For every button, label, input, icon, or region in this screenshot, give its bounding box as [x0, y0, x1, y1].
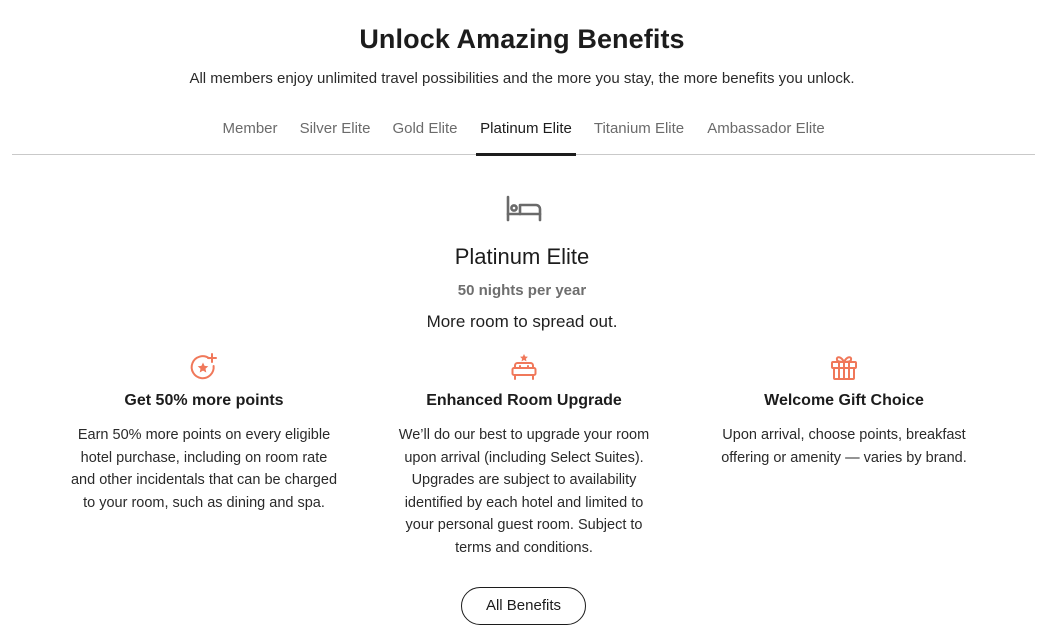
benefit-card-gift: Welcome Gift Choice Upon arrival, choose…: [694, 352, 994, 469]
tab-platinum-elite[interactable]: Platinum Elite: [476, 108, 576, 156]
all-benefits-button[interactable]: All Benefits: [461, 587, 586, 625]
tab-gold-elite[interactable]: Gold Elite: [389, 108, 461, 155]
benefit-description: Upon arrival, choose points, breakfast o…: [721, 427, 967, 466]
page-title: Unlock Amazing Benefits: [359, 24, 685, 54]
benefits-page: Unlock Amazing Benefits All members enjo…: [0, 0, 1044, 637]
benefit-title: Welcome Gift Choice: [764, 392, 924, 409]
tier-name: Platinum Elite: [454, 244, 590, 269]
tab-titanium-elite[interactable]: Titanium Elite: [591, 108, 687, 155]
tab-ambassador-elite[interactable]: Ambassador Elite: [704, 108, 828, 155]
page-subtitle: All members enjoy unlimited travel possi…: [189, 70, 855, 87]
tab-silver-elite[interactable]: Silver Elite: [298, 108, 372, 155]
star-sparkle-icon: [190, 353, 217, 380]
gift-icon: [831, 356, 857, 380]
benefit-description: Earn 50% more points on every eligible h…: [70, 427, 338, 511]
bed-icon: [506, 195, 542, 222]
benefit-title: Get 50% more points: [124, 392, 284, 409]
benefit-description: We’ll do our best to upgrade your room u…: [398, 427, 650, 556]
tab-member[interactable]: Member: [216, 108, 284, 155]
tier-tagline: More room to spread out.: [426, 312, 618, 331]
benefit-card-upgrade: Enhanced Room Upgrade We’ll do our best …: [374, 352, 674, 560]
benefit-card-points: Get 50% more points Earn 50% more points…: [54, 352, 354, 514]
tier-tabs: Member Silver Elite Gold Elite Platinum …: [12, 108, 1035, 156]
room-upgrade-icon: [511, 354, 537, 380]
benefit-title: Enhanced Room Upgrade: [426, 392, 622, 409]
tier-nights: 50 nights per year: [457, 282, 587, 299]
